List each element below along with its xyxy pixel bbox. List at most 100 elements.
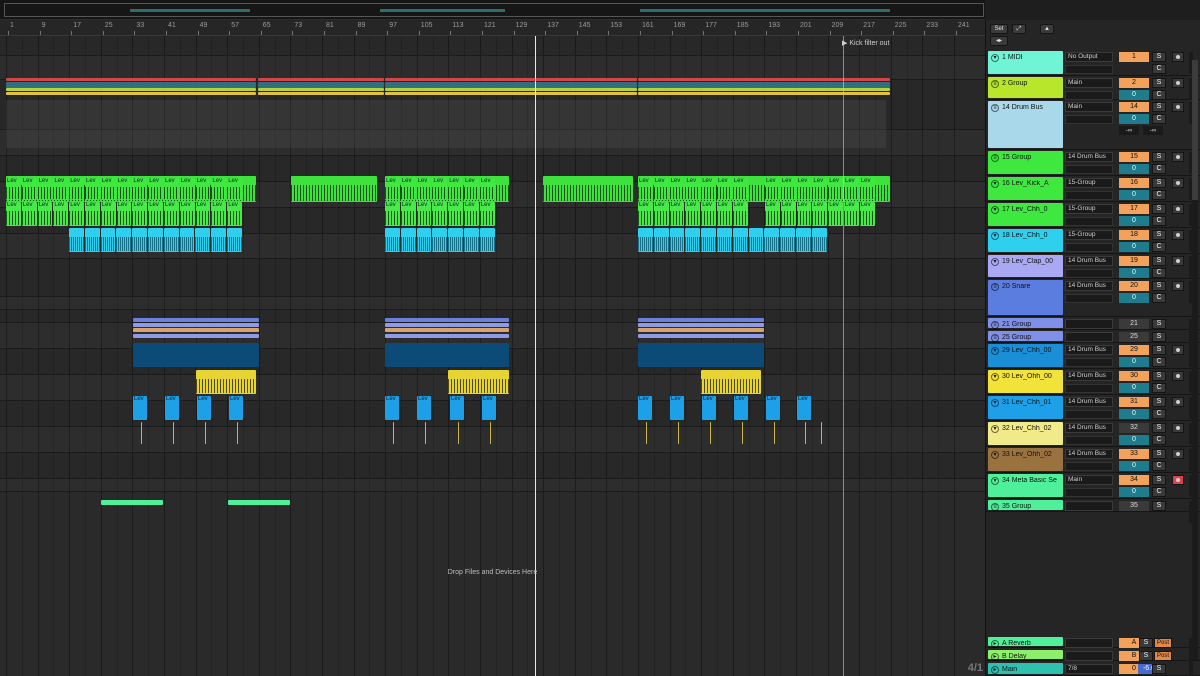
cue-button[interactable]: C [1152,190,1166,200]
cue-button[interactable]: C [1152,487,1166,497]
output-routing-select[interactable]: 15-Group [1065,178,1113,188]
chh-clip[interactable]: Lev [685,202,701,226]
cue-button[interactable]: C [1152,216,1166,226]
group-clip-strip[interactable] [638,78,890,81]
track-name-box[interactable]: ≡ 14 Drum Bus [988,101,1063,148]
clip-tail[interactable] [141,422,142,444]
track-lane[interactable] [0,453,985,479]
mixer-track-t29[interactable]: ▾ 29 Lev_Chh_00 14 Drum Bus 29 0 S C [986,343,1200,369]
group-clip-strip[interactable] [638,88,890,91]
clip-tail[interactable] [393,422,394,444]
track-name-box[interactable]: ▸ B Delay [988,650,1063,661]
track-fold-icon[interactable]: ▾ [991,373,999,381]
track-activator[interactable]: 25 [1119,332,1149,342]
track-activator[interactable]: 21 [1119,319,1149,329]
chh-clip[interactable] [701,228,716,252]
track-name-box[interactable]: ≡ 35 Group [988,500,1063,511]
kick-clip[interactable]: Lev [132,178,148,200]
group-clip-strip[interactable] [638,328,764,332]
group-clip-strip[interactable] [6,92,256,95]
group-clip-strip[interactable] [638,323,764,327]
chh-clip[interactable]: Lev [479,202,495,226]
kick-clip[interactable]: Lev [844,178,859,200]
chh-clip[interactable]: Lev [132,202,148,226]
track-activator[interactable]: 2 [1119,78,1149,88]
track-name-box[interactable]: ≡ 2 Group [988,77,1063,98]
output-routing-select[interactable]: 15-Group [1065,204,1113,214]
solo-button[interactable]: S [1152,230,1166,240]
group-clip-strip[interactable] [133,323,259,327]
track-fold-icon[interactable]: ▾ [991,399,999,407]
arrangement-view[interactable]: Lev Lev Lev Lev Lev Lev Lev Lev Lev Lev Lev Lev Lev L… [0,36,985,676]
track-activator[interactable]: 31 [1119,397,1149,407]
record-arm-button[interactable] [1172,423,1184,433]
chh-clip[interactable]: Lev [734,396,748,420]
track-name-box[interactable]: ▾ 16 Lev_Kick_A [988,177,1063,200]
chh-clip[interactable]: Lev [859,202,875,226]
track-fold-icon[interactable]: ≡ [991,154,999,162]
kick-clip[interactable]: Lev [385,178,400,200]
track-fold-icon[interactable]: ▾ [991,451,999,459]
mixer-track-t33[interactable]: ▾ 33 Lev_Ohh_02 14 Drum Bus 33 0 S C [986,447,1200,473]
output-routing-select[interactable] [1065,651,1113,661]
kick-clip[interactable]: Lev [653,178,669,200]
track-activator[interactable]: 18 [1119,230,1149,240]
chh-clip[interactable] [653,228,669,252]
expand-icon[interactable]: ⤢ [1012,24,1026,34]
track-name-box[interactable]: ▾ 30 Lev_Ohh_00 [988,370,1063,393]
solo-button[interactable]: S [1152,256,1166,266]
group-clip-strip[interactable] [258,88,384,91]
track-fold-icon[interactable]: ≡ [991,321,999,329]
chh-clip[interactable] [732,228,748,252]
chh-clip[interactable] [385,343,509,367]
clip-tail[interactable] [710,422,711,444]
chh-clip[interactable]: Lev [797,396,811,420]
solo-button[interactable]: S [1152,332,1166,342]
chh-clip[interactable] [685,228,701,252]
kick-clip[interactable]: Lev [69,178,84,200]
group-clip-strip[interactable] [385,328,509,332]
track-fold-icon[interactable]: ▾ [991,477,999,485]
solo-button[interactable]: S [1152,281,1166,291]
kick-clip[interactable]: Lev [765,178,780,200]
track-name-box[interactable]: ≡ 25 Group [988,331,1063,342]
kick-clip[interactable]: Lev [448,178,463,200]
mixer-track-t20[interactable]: ≡ 20 Snare 14 Drum Bus 20 0 S C [986,279,1200,317]
chh-clip[interactable]: Lev [400,202,416,226]
record-arm-button[interactable] [1172,256,1184,266]
solo-button[interactable]: S [1152,371,1166,381]
kick-clip[interactable]: Lev [179,178,195,200]
solo-button[interactable]: S [1139,638,1153,648]
kick-clip[interactable]: Lev [464,178,479,200]
record-arm-button[interactable] [1172,78,1184,88]
chh-clip[interactable] [163,228,179,252]
group-clip-strip[interactable] [385,323,509,327]
track-activator[interactable]: 15 [1119,152,1149,162]
track-fold-icon[interactable]: ≡ [991,503,999,511]
volume-field[interactable]: 0 [1119,435,1149,445]
track-activator[interactable]: 32 [1119,423,1149,433]
chh-clip[interactable] [400,228,416,252]
chh-clip[interactable] [133,343,259,367]
solo-button[interactable]: S [1152,475,1166,485]
output-routing-select[interactable]: 14 Drum Bus [1065,345,1113,355]
record-arm-button[interactable] [1172,204,1184,214]
cue-button[interactable]: C [1152,268,1166,278]
chh-clip[interactable] [811,228,827,252]
input-routing-select[interactable] [1065,191,1113,200]
solo-button[interactable]: S [1152,501,1166,511]
track-activator[interactable]: 19 [1119,256,1149,266]
volume-field[interactable]: 0 [1119,383,1149,393]
chh-clip[interactable]: Lev [100,202,116,226]
mixer-track-t1[interactable]: ▾ 1 MIDI No Output 1 S C [986,50,1200,76]
drum-bus-lane-fill[interactable] [6,100,886,148]
volume-field[interactable]: 0 [1119,487,1149,497]
chh-clip[interactable]: Lev [780,202,796,226]
kick-clip[interactable]: Lev [812,178,828,200]
clip-tail[interactable] [425,422,426,444]
volume-field[interactable]: 0 [1119,216,1149,226]
chh-clip[interactable] [148,228,163,252]
mixer-track-t34[interactable]: ▾ 34 Meta Basic Se Main 34 0 S C [986,473,1200,499]
chh-clip[interactable]: Lev [416,202,432,226]
chh-clip[interactable] [669,228,685,252]
